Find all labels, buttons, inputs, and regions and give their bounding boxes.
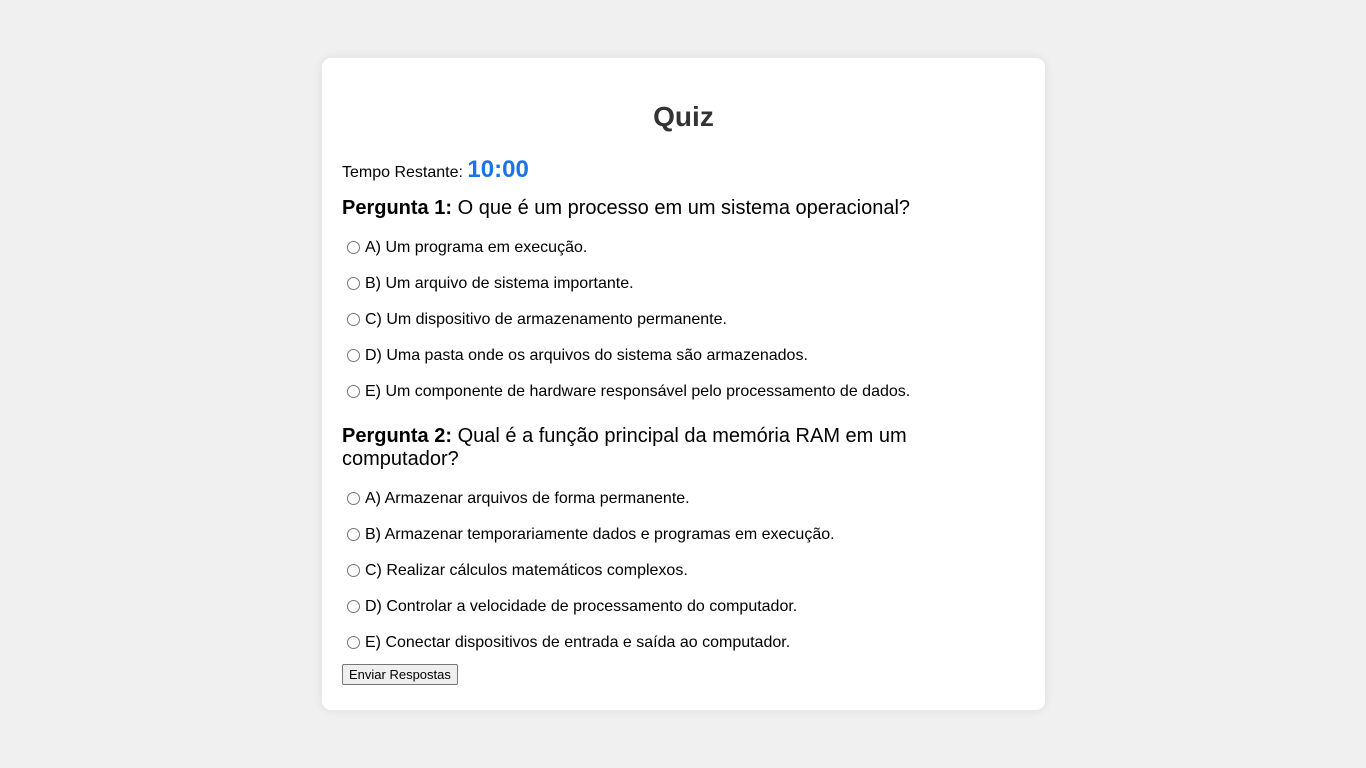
quiz-card: Quiz Tempo Restante: 10:00 Pergunta 1: O… [322,58,1045,710]
option-label: C) Um dispositivo de armazenamento perma… [365,311,727,328]
radio-button[interactable] [347,635,360,649]
radio-button[interactable] [347,527,360,541]
option-1a[interactable]: A) Um programa em execução. [342,230,942,266]
option-1c[interactable]: C) Um dispositivo de armazenamento perma… [342,302,942,338]
option-2c[interactable]: C) Realizar cálculos matemáticos complex… [342,553,942,589]
option-label: C) Realizar cálculos matemáticos complex… [365,562,688,579]
question-2: Pergunta 2: Qual é a função principal da… [342,425,942,661]
timer-value: 10:00 [467,156,529,183]
option-2b[interactable]: B) Armazenar temporariamente dados e pro… [342,517,942,553]
radio-button[interactable] [347,384,360,398]
question-number: Pergunta 1: [342,197,453,219]
radio-button[interactable] [347,276,360,290]
radio-button[interactable] [347,491,360,505]
radio-button[interactable] [347,240,360,254]
page-title: Quiz [653,101,714,132]
question-number: Pergunta 2: [342,425,453,447]
option-label: A) Um programa em execução. [365,239,588,256]
radio-button[interactable] [347,312,360,326]
option-1e[interactable]: E) Um componente de hardware responsável… [342,374,942,410]
timer: Tempo Restante: 10:00 [342,155,1025,185]
option-label: D) Controlar a velocidade de processamen… [365,598,798,615]
options-list: A) Armazenar arquivos de forma permanent… [342,481,942,661]
option-2e[interactable]: E) Conectar dispositivos de entrada e sa… [342,625,942,661]
submit-button[interactable]: Enviar Respostas [342,664,458,685]
question-title: Pergunta 2: Qual é a função principal da… [342,425,942,471]
option-label: B) Um arquivo de sistema importante. [365,275,634,292]
option-1d[interactable]: D) Uma pasta onde os arquivos do sistema… [342,338,942,374]
radio-button[interactable] [347,348,360,362]
option-1b[interactable]: B) Um arquivo de sistema importante. [342,266,942,302]
option-2d[interactable]: D) Controlar a velocidade de processamen… [342,589,942,625]
option-2a[interactable]: A) Armazenar arquivos de forma permanent… [342,481,942,517]
question-1: Pergunta 1: O que é um processo em um si… [342,197,942,410]
radio-button[interactable] [347,563,360,577]
option-label: A) Armazenar arquivos de forma permanent… [365,490,690,507]
timer-label: Tempo Restante: [342,164,468,181]
question-title: Pergunta 1: O que é um processo em um si… [342,197,942,220]
option-label: B) Armazenar temporariamente dados e pro… [365,526,835,543]
option-label: E) Um componente de hardware responsável… [365,383,911,400]
option-label: D) Uma pasta onde os arquivos do sistema… [365,347,808,364]
option-label: E) Conectar dispositivos de entrada e sa… [365,634,791,651]
radio-button[interactable] [347,599,360,613]
question-text: O que é um processo em um sistema operac… [452,197,911,219]
options-list: A) Um programa em execução. B) Um arquiv… [342,230,942,410]
